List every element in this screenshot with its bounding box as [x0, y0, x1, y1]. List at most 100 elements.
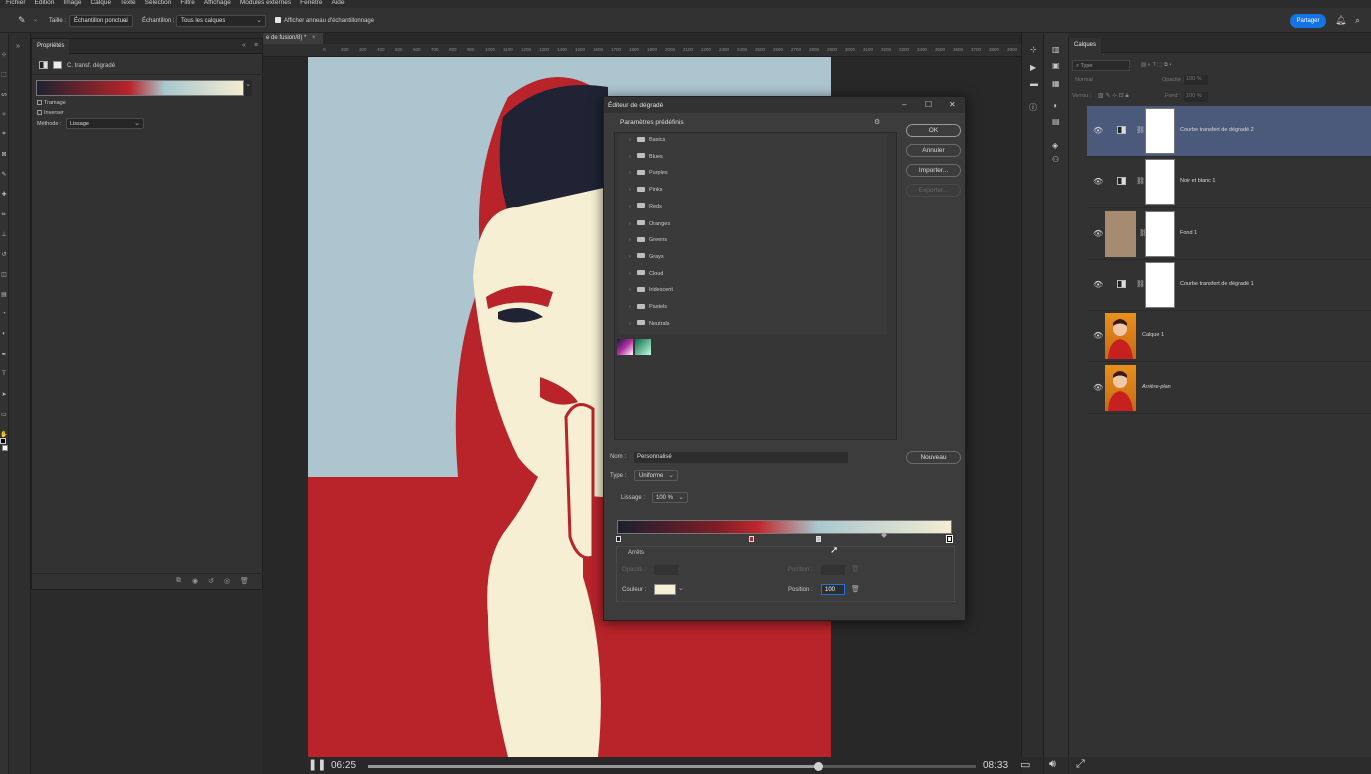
fill-thumbnail[interactable] — [1105, 210, 1136, 257]
preset-folder[interactable]: › Oranges — [629, 217, 670, 231]
chevron-right-icon[interactable]: › — [629, 200, 637, 214]
channels-icon[interactable]: ⚇ — [1052, 155, 1059, 164]
preset-swatch-purple[interactable] — [617, 339, 633, 355]
delete-stop-icon[interactable]: 🗑︎ — [851, 585, 860, 593]
shape-tool-icon[interactable]: ▭ — [0, 411, 8, 418]
foreground-color-swatch[interactable] — [0, 438, 6, 444]
chevron-right-icon[interactable]: › — [629, 300, 637, 314]
opacity-input[interactable]: 100 % — [1184, 75, 1208, 85]
lasso-tool-icon[interactable]: ᔕ — [0, 91, 8, 98]
color-stop-selected[interactable] — [946, 535, 953, 543]
fill-input[interactable]: 100 % — [1184, 92, 1208, 102]
ok-button[interactable]: OK — [906, 124, 961, 137]
view-previous-icon[interactable]: ◉ — [192, 577, 198, 585]
preset-folder[interactable]: › Cloud — [629, 267, 663, 281]
name-input[interactable]: Personnalisé — [634, 452, 848, 463]
gradient-bar[interactable] — [617, 520, 952, 534]
chevron-right-icon[interactable]: › — [629, 233, 637, 247]
properties-icon[interactable]: ◈ — [1052, 141, 1058, 150]
swatches-icon[interactable]: ▦ — [1052, 79, 1060, 88]
layer-row[interactable]: 👁︎ ⛓ Courbe transfert de dégradé 2 — [1087, 106, 1371, 157]
adjust-icon[interactable]: ⊹ — [1030, 45, 1037, 54]
visibility-icon[interactable]: ◎ — [224, 577, 230, 585]
link-icon[interactable]: ⛓ — [1136, 177, 1145, 185]
layer-name[interactable]: Courbe transfert de dégradé 1 — [1180, 281, 1254, 287]
document-tab[interactable]: e de fusion/8) * × — [263, 33, 323, 44]
histogram-icon[interactable]: ▥ — [1052, 45, 1060, 54]
link-icon[interactable]: ⛓ — [1136, 280, 1145, 288]
minimize-icon[interactable]: – — [902, 100, 906, 109]
preset-folder[interactable]: › Grays — [629, 250, 664, 264]
eyedropper-tool-icon[interactable]: ✎ — [0, 171, 8, 178]
chevron-right-icon[interactable]: › — [629, 250, 637, 264]
position-input[interactable]: 100 — [821, 584, 845, 595]
comment-icon[interactable]: ▬ — [1030, 79, 1038, 88]
menu-item[interactable]: Sélection — [145, 0, 172, 8]
link-icon[interactable]: ⛓ — [1136, 126, 1145, 134]
preset-folder[interactable]: › Greens — [629, 233, 667, 247]
blend-mode-select[interactable]: Normal — [1072, 76, 1150, 86]
history-brush-icon[interactable]: ↺ — [0, 251, 8, 258]
preset-folder[interactable]: › Iridescent — [629, 283, 673, 297]
quick-select-icon[interactable]: ✧ — [0, 111, 8, 118]
menu-item[interactable]: Aide — [332, 0, 345, 8]
chevron-down-icon[interactable]: ⌄ — [678, 584, 684, 592]
preset-swatch-green[interactable] — [635, 339, 651, 355]
layer-name[interactable]: Noir et blanc 1 — [1180, 178, 1215, 184]
chevron-right-icon[interactable]: › — [629, 166, 637, 180]
color-swatch[interactable] — [654, 584, 676, 595]
layer-row[interactable]: 👁︎ ⛓ Courbe transfert de dégradé 1 — [1087, 260, 1371, 311]
layers-tab[interactable]: Calques — [1069, 38, 1102, 53]
gradient-tool-icon[interactable]: ▤ — [0, 291, 8, 298]
preset-folder[interactable]: › Neutrals — [629, 317, 669, 331]
menu-item[interactable]: Fichier — [6, 0, 26, 8]
background-color-swatch[interactable] — [2, 445, 8, 451]
layer-row[interactable]: 👁︎ ⛓ Noir et blanc 1 — [1087, 157, 1371, 209]
gradient-preview[interactable] — [36, 80, 244, 96]
properties-tab[interactable]: Propriétés — [32, 39, 70, 54]
layer-name[interactable]: Fond 1 — [1180, 230, 1197, 236]
layer-filter-select[interactable]: ⌕ Type — [1072, 60, 1130, 71]
visibility-eye-icon[interactable]: 👁︎ — [1093, 126, 1103, 135]
menu-item[interactable]: Fenêtre — [300, 0, 322, 8]
blur-tool-icon[interactable]: ◔ — [0, 311, 8, 317]
export-button[interactable]: Exporter... — [906, 184, 961, 197]
layer-mask-thumbnail[interactable] — [1145, 159, 1175, 206]
type-select[interactable]: Uniforme — [634, 470, 678, 481]
menu-item[interactable]: Modules externes — [240, 0, 291, 8]
color-stop[interactable] — [616, 536, 621, 542]
move-tool-icon[interactable]: ⊹ — [0, 51, 8, 58]
marquee-tool-icon[interactable]: ⬚ — [0, 71, 8, 78]
import-button[interactable]: Importer... — [906, 164, 961, 177]
eyedropper-icon[interactable]: ✎ — [18, 15, 26, 26]
color-stop[interactable] — [816, 536, 821, 542]
inverser-checkbox[interactable] — [37, 110, 42, 115]
photo-thumbnail[interactable] — [1105, 313, 1136, 360]
chevron-right-icon[interactable]: › — [629, 133, 637, 147]
layer-row[interactable]: 👁︎ Calque 1 — [1087, 311, 1371, 363]
navigator-icon[interactable]: ▣ — [1052, 61, 1060, 70]
info-icon[interactable]: ⓘ — [1029, 102, 1037, 113]
visibility-eye-icon[interactable]: 👁︎ — [1093, 383, 1103, 392]
color-stop[interactable] — [749, 536, 754, 542]
menu-item[interactable]: Texte — [120, 0, 136, 8]
chevron-right-icon[interactable]: › — [629, 150, 637, 164]
preset-folder[interactable]: › Reds — [629, 200, 662, 214]
bell-icon[interactable]: 🔔︎ — [1335, 15, 1346, 26]
progress-knob[interactable] — [813, 762, 823, 771]
menu-item[interactable]: Image — [63, 0, 81, 8]
path-select-icon[interactable]: ➤ — [0, 391, 8, 398]
tramage-checkbox[interactable] — [37, 100, 42, 105]
gradient-dropdown[interactable]: ⌄ — [244, 80, 252, 96]
clip-layer-icon[interactable]: ⧉ — [176, 577, 181, 585]
taille-select[interactable]: Échantillon ponctuel — [69, 15, 133, 27]
layer-row[interactable]: 👁︎ ⛓ Fond 1 — [1087, 209, 1371, 260]
smooth-select[interactable]: 100 % — [652, 492, 688, 503]
layer-row[interactable]: 👁︎ Arrière-plan — [1087, 363, 1371, 414]
visibility-eye-icon[interactable]: 👁︎ — [1093, 177, 1103, 186]
visibility-eye-icon[interactable]: 👁︎ — [1093, 280, 1103, 289]
menu-item[interactable]: Filtre — [180, 0, 194, 8]
preset-folder[interactable]: › Purples — [629, 166, 668, 180]
layer-name[interactable]: Arrière-plan — [1142, 384, 1171, 390]
share-button[interactable]: Partager — [1290, 14, 1326, 28]
